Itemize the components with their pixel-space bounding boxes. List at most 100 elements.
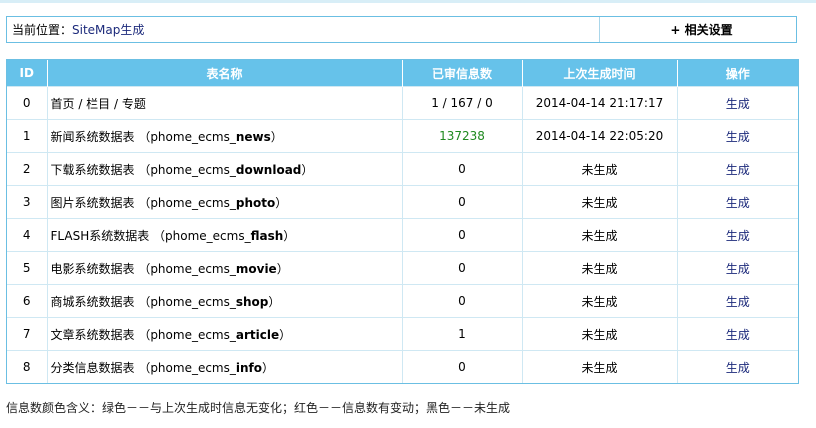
row-id: 0 [7, 86, 48, 120]
table-body: 0 首页 / 栏目 / 专题 1 / 167 / 0 2014-04-14 21:17… [7, 86, 798, 383]
generate-link[interactable]: 生成 [726, 163, 750, 177]
row-last-generated: 未生成 [522, 350, 678, 383]
header-last-generated: 上次生成时间 [522, 60, 678, 87]
table-name-prefix: 分类信息数据表 （phome_ecms_ [50, 360, 236, 375]
generate-link[interactable]: 生成 [726, 328, 750, 342]
breadcrumb-prefix: 当前位置： [12, 23, 73, 37]
row-last-generated: 未生成 [522, 251, 678, 285]
table-name-close: ） [270, 129, 283, 144]
row-id: 1 [7, 119, 48, 153]
row-approved-count: 0 [402, 284, 523, 318]
table-name-close: ） [275, 195, 288, 210]
row-last-generated: 未生成 [522, 152, 678, 186]
row-approved-count: 1 [402, 317, 523, 351]
row-id: 3 [7, 185, 48, 219]
row-operation: 生成 [677, 284, 798, 318]
table-name-close: ） [276, 261, 289, 276]
table-name-prefix: FLASH系统数据表 （phome_ecms_ [50, 228, 251, 243]
table-name-prefix: 电影系统数据表 （phome_ecms_ [50, 261, 236, 276]
top-border-line [0, 0, 816, 3]
table-name-close: ） [279, 327, 292, 342]
row-last-generated: 未生成 [522, 218, 678, 252]
row-last-generated: 未生成 [522, 284, 678, 318]
row-id: 2 [7, 152, 48, 186]
table-name-suffix: news [235, 129, 271, 144]
row-table-name: 下载系统数据表 （phome_ecms_download） [47, 152, 403, 186]
row-id: 6 [7, 284, 48, 318]
table-name-suffix: movie [235, 261, 277, 276]
row-approved-count: 0 [402, 185, 523, 219]
table-name-close: ） [268, 294, 281, 309]
related-settings-button[interactable]: + 相关设置 [607, 17, 796, 42]
row-last-generated: 2014-04-14 21:17:17 [522, 86, 678, 120]
table-name-close: ） [262, 360, 275, 375]
table-row: 3 图片系统数据表 （phome_ecms_photo） 0 未生成 生成 [7, 185, 798, 219]
generate-link[interactable]: 生成 [726, 130, 750, 144]
breadcrumb-current-link[interactable]: SiteMap生成 [72, 23, 144, 37]
table-name-close: ） [301, 162, 314, 177]
table-name-prefix: 商城系统数据表 （phome_ecms_ [50, 294, 236, 309]
table-row: 0 首页 / 栏目 / 专题 1 / 167 / 0 2014-04-14 21:17… [7, 86, 798, 120]
table-name-text: 首页 / 栏目 / 专题 [50, 96, 146, 111]
sitemap-table-container: ID 表名称 已审信息数 上次生成时间 操作 0 首页 / 栏目 / 专题 1 / … [6, 59, 799, 384]
row-id: 5 [7, 251, 48, 285]
row-table-name: FLASH系统数据表 （phome_ecms_flash） [47, 218, 403, 252]
table-row: 8 分类信息数据表 （phome_ecms_info） 0 未生成 生成 [7, 350, 798, 383]
row-approved-count: 0 [402, 218, 523, 252]
row-operation: 生成 [677, 185, 798, 219]
table-name-prefix: 下载系统数据表 （phome_ecms_ [50, 162, 236, 177]
row-table-name: 图片系统数据表 （phome_ecms_photo） [47, 185, 403, 219]
row-table-name: 分类信息数据表 （phome_ecms_info） [47, 350, 403, 383]
generate-link[interactable]: 生成 [726, 97, 750, 111]
breadcrumb-bar: 当前位置：SiteMap生成 + 相关设置 [6, 16, 797, 43]
table-name-suffix: photo [235, 195, 276, 210]
row-table-name: 新闻系统数据表 （phome_ecms_news） [47, 119, 403, 153]
row-id: 4 [7, 218, 48, 252]
table-name-prefix: 新闻系统数据表 （phome_ecms_ [50, 129, 236, 144]
row-approved-count: 0 [402, 251, 523, 285]
row-last-generated: 未生成 [522, 317, 678, 351]
generate-link[interactable]: 生成 [726, 361, 750, 375]
table-row: 6 商城系统数据表 （phome_ecms_shop） 0 未生成 生成 [7, 284, 798, 318]
row-id: 7 [7, 317, 48, 351]
header-table-name: 表名称 [47, 60, 403, 87]
table-name-suffix: shop [235, 294, 269, 309]
row-last-generated: 未生成 [522, 185, 678, 219]
row-operation: 生成 [677, 218, 798, 252]
table-name-suffix: article [235, 327, 280, 342]
table-row: 2 下载系统数据表 （phome_ecms_download） 0 未生成 生成 [7, 152, 798, 186]
sitemap-table: ID 表名称 已审信息数 上次生成时间 操作 0 首页 / 栏目 / 专题 1 / … [7, 60, 798, 383]
table-header-row: ID 表名称 已审信息数 上次生成时间 操作 [7, 60, 798, 87]
header-approved-count: 已审信息数 [402, 60, 523, 87]
table-name-suffix: download [235, 162, 302, 177]
row-table-name: 文章系统数据表 （phome_ecms_article） [47, 317, 403, 351]
row-id: 8 [7, 350, 48, 383]
generate-link[interactable]: 生成 [726, 262, 750, 276]
table-row: 7 文章系统数据表 （phome_ecms_article） 1 未生成 生成 [7, 317, 798, 351]
table-name-suffix: info [235, 360, 262, 375]
row-operation: 生成 [677, 350, 798, 383]
row-approved-count: 137238 [402, 119, 523, 153]
row-operation: 生成 [677, 251, 798, 285]
table-name-prefix: 文章系统数据表 （phome_ecms_ [50, 327, 236, 342]
row-table-name: 首页 / 栏目 / 专题 [47, 86, 403, 120]
header-operation: 操作 [677, 60, 798, 87]
table-name-prefix: 图片系统数据表 （phome_ecms_ [50, 195, 236, 210]
generate-link[interactable]: 生成 [726, 229, 750, 243]
table-name-suffix: flash [250, 228, 284, 243]
row-operation: 生成 [677, 152, 798, 186]
breadcrumb-divider [599, 17, 600, 42]
row-operation: 生成 [677, 86, 798, 120]
row-approved-count: 1 / 167 / 0 [402, 86, 523, 120]
table-name-close: ） [283, 228, 296, 243]
row-approved-count: 0 [402, 350, 523, 383]
generate-link[interactable]: 生成 [726, 295, 750, 309]
row-operation: 生成 [677, 317, 798, 351]
row-last-generated: 2014-04-14 22:05:20 [522, 119, 678, 153]
table-row: 4 FLASH系统数据表 （phome_ecms_flash） 0 未生成 生成 [7, 218, 798, 252]
row-approved-count: 0 [402, 152, 523, 186]
generate-link[interactable]: 生成 [726, 196, 750, 210]
header-id: ID [7, 60, 48, 87]
table-row: 1 新闻系统数据表 （phome_ecms_news） 137238 2014-04-… [7, 119, 798, 153]
row-table-name: 商城系统数据表 （phome_ecms_shop） [47, 284, 403, 318]
